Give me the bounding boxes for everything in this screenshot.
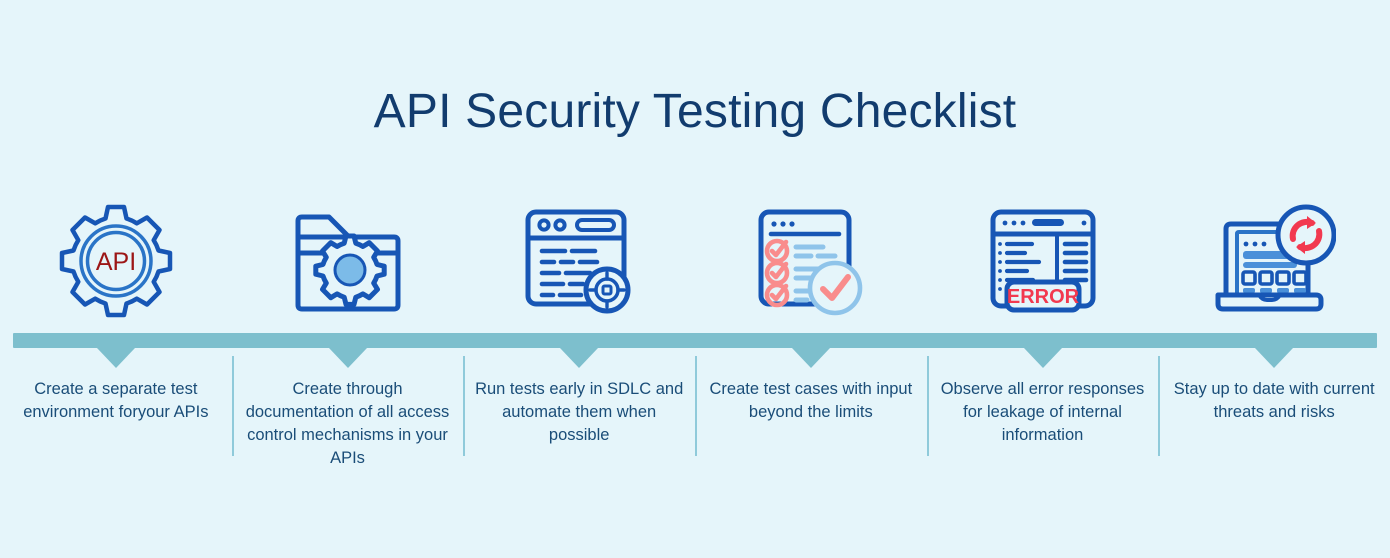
checklist-check-icon xyxy=(746,196,876,326)
code-window-target-icon xyxy=(514,196,644,326)
step-caption: Create a separate test environment foryo… xyxy=(23,380,209,421)
step-arrow xyxy=(1255,348,1294,368)
steps-container: API Create a separate test environment f… xyxy=(0,0,1390,558)
column-divider xyxy=(463,356,466,456)
step-item-2: Create through documentation of all acce… xyxy=(231,0,464,558)
step-caption: Create test cases with input beyond the … xyxy=(709,380,913,421)
column-divider xyxy=(231,356,234,456)
step-arrow xyxy=(560,348,599,368)
error-window-icon: ERROR xyxy=(978,196,1108,326)
column-divider xyxy=(1158,356,1161,456)
step-arrow xyxy=(791,348,830,368)
step-arrow xyxy=(1023,348,1062,368)
step-item-6: Stay up to date with current threats and… xyxy=(1158,0,1390,558)
step-arrow xyxy=(328,348,367,368)
step-arrow xyxy=(96,348,135,368)
error-window-icon-label: ERROR xyxy=(1006,286,1079,308)
step-caption: Create through documentation of all acce… xyxy=(245,380,450,467)
api-gear-icon-label: API xyxy=(96,248,136,276)
laptop-refresh-icon xyxy=(1209,196,1339,326)
step-caption: Run tests early in SDLC and automate the… xyxy=(475,380,684,444)
folder-gear-icon xyxy=(283,196,413,326)
infographic-root: API Security Testing Checklist API Creat… xyxy=(0,0,1390,558)
column-divider xyxy=(695,356,698,456)
step-caption: Observe all error responses for leakage … xyxy=(940,380,1145,444)
step-caption: Stay up to date with current threats and… xyxy=(1173,380,1375,421)
api-gear-icon: API xyxy=(51,196,181,326)
step-item-3: Run tests early in SDLC and automate the… xyxy=(463,0,695,558)
step-item-5: ERROR Observe all error responses for le… xyxy=(926,0,1159,558)
step-item-1: API Create a separate test environment f… xyxy=(0,0,232,558)
step-item-4: Create test cases with input beyond the … xyxy=(695,0,927,558)
column-divider xyxy=(926,356,929,456)
